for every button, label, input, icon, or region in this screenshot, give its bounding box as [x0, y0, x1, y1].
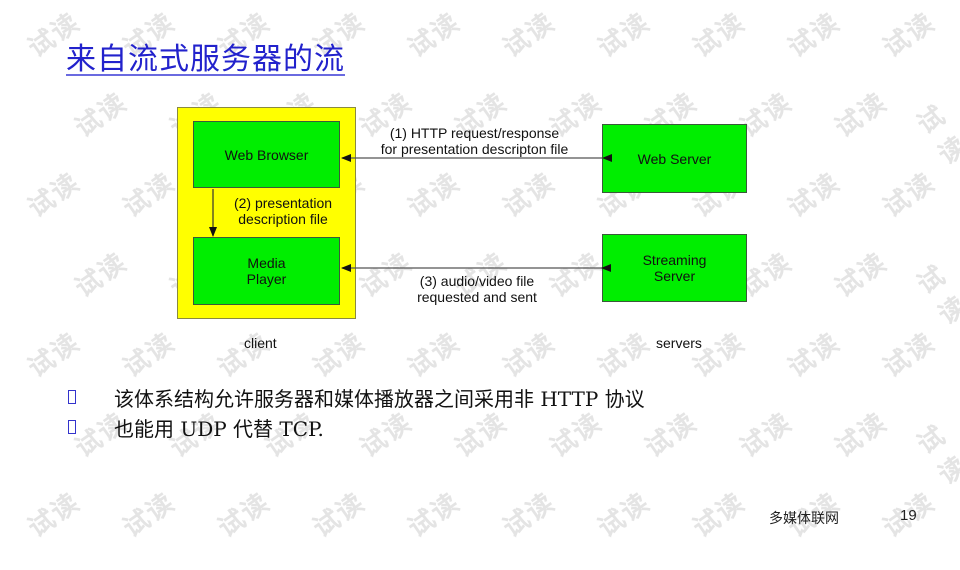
audio-video-label-line2: requested and sent: [417, 289, 537, 305]
footer-source: 多媒体联网: [769, 511, 839, 527]
http-label-line2: for presentation descripton file: [380, 141, 569, 157]
slide-title: 来自流式服务器的流: [66, 42, 345, 77]
bullet-list: 该体系结构允许服务器和媒体播放器之间采用非 HTTP 协议 也能用 UDP 代替…: [66, 382, 645, 442]
client-group-label: client: [244, 335, 277, 351]
audio-video-edge-label: (3) audio/video file requested and sent: [402, 273, 552, 305]
http-edge-label: (1) HTTP request/response for presentati…: [362, 125, 587, 157]
bullet-text: 也能用 UDP 代替 TCP.: [114, 416, 324, 441]
presentation-edge-label: (2) presentation description file: [218, 195, 348, 227]
page-number: 19: [900, 507, 917, 524]
bullet-square-icon: [68, 390, 76, 404]
bullet-square-icon: [68, 420, 76, 434]
audio-video-label-line1: (3) audio/video file: [419, 273, 535, 289]
presentation-label-line2: description file: [238, 211, 328, 227]
http-label-line1: (1) HTTP request/response: [389, 125, 560, 141]
bullet-text: 该体系结构允许服务器和媒体播放器之间采用非 HTTP 协议: [114, 386, 645, 411]
presentation-label-line1: (2) presentation: [233, 195, 333, 211]
diagram-arrows: [209, 154, 612, 272]
streaming-architecture-diagram: Web Browser Media Player Web Server Stre…: [0, 0, 960, 540]
bullet-item: 该体系结构允许服务器和媒体播放器之间采用非 HTTP 协议: [66, 382, 645, 412]
bullet-item: 也能用 UDP 代替 TCP.: [66, 412, 645, 442]
servers-group-label: servers: [656, 335, 702, 351]
